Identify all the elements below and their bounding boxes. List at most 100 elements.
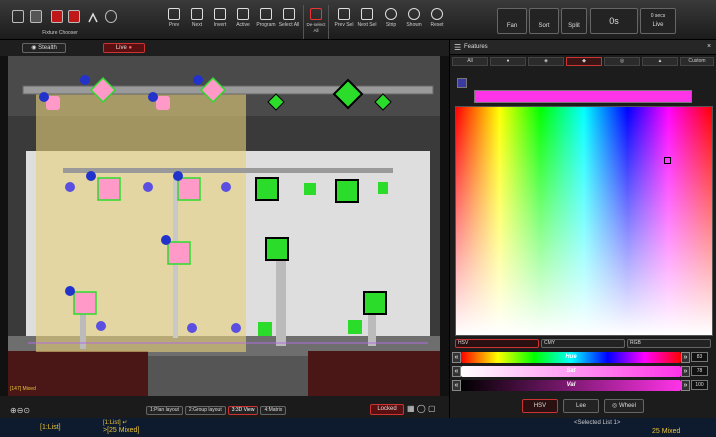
program-icon	[260, 8, 272, 20]
next-button[interactable]: Next	[185, 5, 209, 39]
hue-slider-row: « Hue » 83	[450, 352, 716, 364]
hsv-picker-button[interactable]: HSV	[522, 399, 558, 413]
previous-icon	[168, 8, 180, 20]
grid-icon[interactable]: ▦	[407, 404, 415, 413]
program-button[interactable]: Program	[254, 5, 278, 39]
no-entry-icon[interactable]	[105, 10, 117, 23]
invert-icon	[214, 8, 226, 20]
stage-scene	[8, 56, 440, 396]
colour-picker-cursor[interactable]	[664, 157, 671, 164]
selection-mixed-label: [147] Mixed	[10, 386, 36, 392]
reset-icon	[431, 8, 443, 20]
swatch-fill	[475, 91, 691, 102]
stealth-button[interactable]: ◉ Stealth	[22, 43, 66, 53]
zoom-in-icon[interactable]: ⊕	[10, 406, 17, 415]
invert-button[interactable]: Invert	[208, 5, 232, 39]
select-all-button[interactable]: Select All	[277, 5, 301, 39]
next-sel-button[interactable]: Next Sel	[355, 5, 379, 39]
prev-sel-button[interactable]: Prev Sel	[332, 5, 356, 39]
stage-3d-view[interactable]: [147] Mixed	[8, 56, 440, 396]
tab-intensity[interactable]: ●	[490, 57, 526, 66]
features-panel: ☰ Features × All ● ◈ ◆ ◎ ▲ Custom HSV CM…	[449, 40, 716, 418]
mode-rgb[interactable]: RGB	[627, 339, 711, 348]
view-icons: ▦ ◯ ▢	[407, 404, 447, 413]
next-sel-icon	[361, 8, 373, 20]
colour-picker-area[interactable]	[455, 106, 713, 336]
val-forward-button[interactable]: »	[681, 380, 690, 391]
mask-icon[interactable]: ◯	[417, 404, 426, 413]
menu-icon[interactable]: ☰	[454, 43, 461, 52]
viewport-bottom-bar: ⊕⊖⊙ 1:Plan layout 2:Group layout 3:3D Vi…	[0, 396, 449, 418]
live-icon: ●	[128, 45, 133, 51]
val-value[interactable]: 100	[691, 380, 708, 390]
viewport-toolbar: ◉ Stealth Live ●	[0, 40, 449, 56]
shown-icon	[408, 8, 420, 20]
selected-list-label: <Selected List 1>	[574, 420, 621, 426]
prev-sel-icon	[338, 8, 350, 20]
features-header: ☰ Features ×	[450, 40, 716, 55]
wheel-picker-button[interactable]: ◎ Wheel	[604, 399, 644, 413]
layout-icon[interactable]	[30, 10, 42, 23]
command-line[interactable]: [1:List] [1:List] ↵ >[25 Mixed] <Selecte…	[0, 418, 716, 437]
strip-icon	[385, 8, 397, 20]
hue-back-button[interactable]: «	[452, 352, 461, 363]
hue-slider[interactable]: Hue	[461, 352, 681, 363]
sort-button[interactable]: Sort	[529, 8, 559, 34]
mode-cmy[interactable]: CMY	[541, 339, 625, 348]
fixture-icon[interactable]	[51, 10, 63, 23]
tab-effects[interactable]: ▲	[642, 57, 678, 66]
locked-button[interactable]: Locked	[370, 404, 404, 415]
command-input[interactable]: >[25 Mixed]	[103, 427, 139, 434]
select-all-icon	[283, 8, 295, 20]
split-button[interactable]: Split	[561, 8, 587, 34]
sat-slider-row: « Sat » 78	[450, 366, 716, 378]
active-icon	[237, 8, 249, 20]
strip-button[interactable]: Strip	[379, 5, 403, 39]
sat-slider[interactable]: Sat	[461, 366, 681, 377]
sat-value[interactable]: 78	[691, 366, 708, 376]
sat-forward-button[interactable]: »	[681, 366, 690, 377]
sat-back-button[interactable]: «	[452, 366, 461, 377]
tools-icon[interactable]	[87, 10, 99, 23]
fade-time-display[interactable]: 0s	[590, 8, 638, 34]
colour-preview-swatch	[474, 90, 692, 103]
tab-3d-view[interactable]: 3:3D View	[227, 406, 259, 415]
tab-beam[interactable]: ◎	[604, 57, 640, 66]
live-button[interactable]: Live ●	[103, 43, 145, 53]
tab-matrix[interactable]: 4:Matrix	[260, 406, 287, 415]
active-button[interactable]: Active	[231, 5, 255, 39]
dimmer-icon[interactable]	[68, 10, 80, 23]
tab-plan-layout[interactable]: 1:Plan layout	[146, 406, 183, 415]
val-back-button[interactable]: «	[452, 380, 461, 391]
zoom-controls[interactable]: ⊕⊖⊙	[10, 406, 40, 415]
shown-button[interactable]: Shown	[402, 5, 426, 39]
palette-icon[interactable]	[457, 78, 467, 88]
tab-custom[interactable]: Custom	[680, 57, 714, 66]
live-time-button[interactable]: 0 secs Live	[640, 8, 676, 34]
zoom-fit-icon[interactable]: ⊙	[23, 406, 30, 415]
deselect-all-button[interactable]: De-select All	[303, 5, 329, 39]
mode-hsv[interactable]: HSV	[455, 339, 539, 348]
deselect-all-icon	[310, 8, 322, 20]
tab-group-layout[interactable]: 2:Group layout	[184, 406, 226, 415]
wheel-icon: ◎	[612, 403, 619, 409]
prev-button[interactable]: Prev	[162, 5, 186, 39]
cube-icon[interactable]: ▢	[428, 404, 436, 413]
mixed-count: 25 Mixed	[652, 428, 681, 435]
grid-view-icon[interactable]	[12, 10, 24, 23]
fixture-chooser-label: Fixture Chooser	[42, 30, 78, 36]
reset-button[interactable]: Reset	[425, 5, 449, 39]
tab-colour[interactable]: ◆	[566, 57, 602, 66]
close-icon[interactable]: ×	[707, 43, 711, 50]
val-slider-row: « Val » 100	[450, 380, 716, 392]
next-icon	[191, 8, 203, 20]
layout-tabs: 1:Plan layout 2:Group layout 3:3D View 4…	[146, 406, 287, 415]
hue-value[interactable]: 83	[691, 352, 708, 362]
hue-forward-button[interactable]: »	[681, 352, 690, 363]
val-slider[interactable]: Val	[461, 380, 681, 391]
lee-picker-button[interactable]: Lee	[563, 399, 599, 413]
tab-position[interactable]: ◈	[528, 57, 564, 66]
list-label: [1:List]	[40, 424, 61, 431]
fan-button[interactable]: Fan	[497, 8, 527, 34]
tab-all[interactable]: All	[452, 57, 488, 66]
